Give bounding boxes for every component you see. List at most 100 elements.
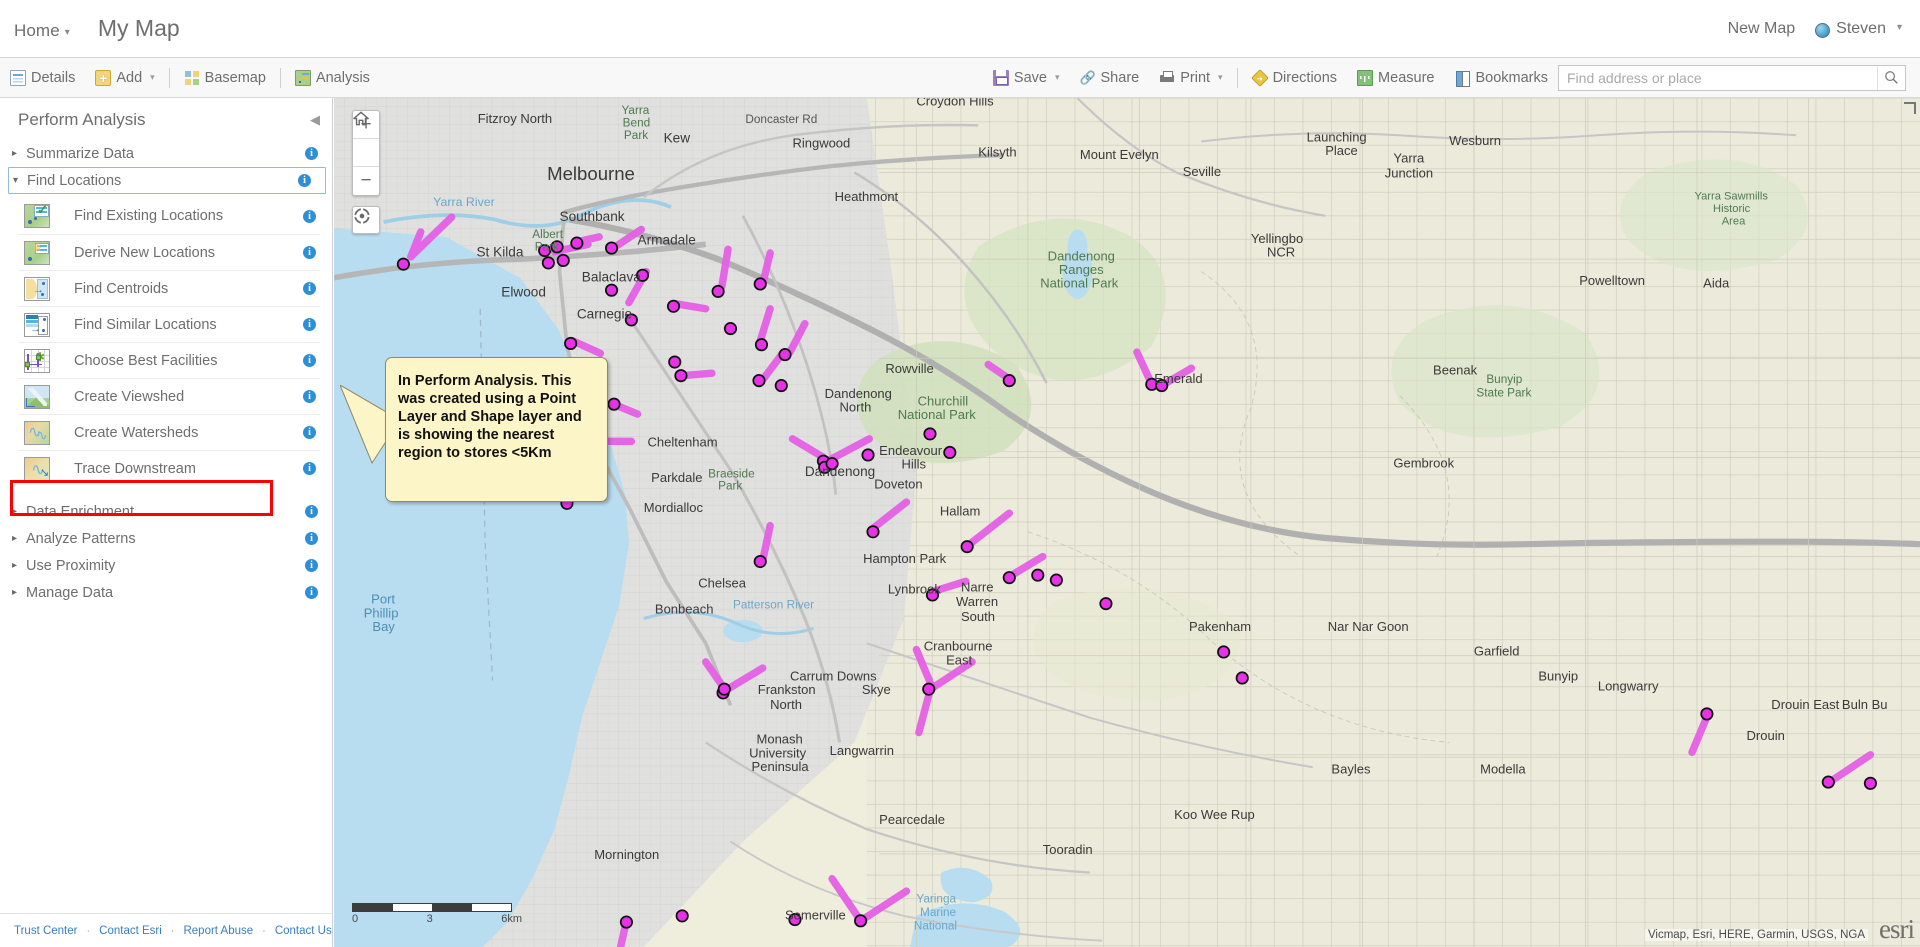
tool-find-similar-locations[interactable]: → Find Similar Locations i: [18, 306, 320, 342]
map-point-marker[interactable]: [1099, 597, 1113, 611]
map-point-marker[interactable]: [854, 914, 868, 928]
map-point-marker[interactable]: [396, 257, 410, 271]
map-point-marker[interactable]: [774, 379, 788, 393]
map-point-marker[interactable]: [1002, 374, 1016, 388]
info-icon[interactable]: i: [303, 462, 316, 475]
map-point-marker[interactable]: [752, 374, 766, 388]
tool-trace-downstream[interactable]: ∿ ↘ Trace Downstream i: [18, 450, 320, 486]
sidebar-group-data-enrichment[interactable]: ▸ Data Enrichment i: [0, 498, 332, 525]
map-point-marker[interactable]: [753, 554, 767, 569]
zoom-out-button[interactable]: −: [353, 167, 379, 195]
map-point-marker[interactable]: [943, 445, 957, 460]
tool-create-viewshed[interactable]: Create Viewshed i: [18, 378, 320, 414]
map-point-marker[interactable]: [619, 915, 633, 929]
map-point-marker[interactable]: [607, 397, 621, 411]
share-button[interactable]: Share: [1070, 58, 1150, 98]
map-point-marker[interactable]: [717, 682, 731, 696]
print-button[interactable]: Print ▾: [1149, 58, 1232, 98]
tool-find-existing-locations[interactable]: ✓ Find Existing Locations i: [18, 198, 320, 234]
home-button[interactable]: [353, 111, 379, 167]
locate-me-button[interactable]: [352, 206, 380, 234]
analysis-sidebar: Perform Analysis ◀ ▸ Summarize Data i ▾ …: [0, 98, 333, 947]
sidebar-group-find-locations[interactable]: ▾ Find Locations i: [8, 167, 326, 194]
search-button[interactable]: [1877, 65, 1905, 90]
map-point-marker[interactable]: [778, 348, 792, 362]
info-icon[interactable]: i: [305, 505, 318, 518]
map-point-marker[interactable]: [541, 256, 555, 270]
map-point-marker[interactable]: [1235, 671, 1249, 685]
map-point-marker[interactable]: [604, 283, 619, 297]
map-point-marker[interactable]: [604, 241, 619, 255]
link-contact-us[interactable]: Contact Us: [275, 925, 332, 937]
add-button[interactable]: Add ▾: [85, 58, 164, 98]
tool-find-centroids[interactable]: → Find Centroids i: [18, 270, 320, 306]
tool-choose-best-facilities[interactable]: ✱ Choose Best Facilities i: [18, 342, 320, 378]
map-label: National: [914, 920, 957, 933]
info-icon[interactable]: i: [303, 354, 316, 367]
info-icon[interactable]: i: [303, 390, 316, 403]
map-zoom-controls[interactable]: + −: [352, 110, 380, 196]
info-icon[interactable]: i: [305, 147, 318, 160]
map-point-marker[interactable]: [1049, 573, 1063, 587]
map-point-marker[interactable]: [1700, 707, 1714, 721]
sidebar-group-analyze-patterns[interactable]: ▸ Analyze Patterns i: [0, 525, 332, 552]
map-point-marker[interactable]: [922, 682, 936, 696]
search-input[interactable]: [1558, 64, 1906, 91]
map-point-marker[interactable]: [711, 284, 725, 298]
basemap-button[interactable]: Basemap: [174, 58, 276, 98]
info-icon[interactable]: i: [298, 174, 311, 187]
map-point-marker[interactable]: [723, 322, 738, 336]
details-button[interactable]: Details: [0, 58, 85, 98]
map-point-marker[interactable]: [866, 525, 880, 539]
map-point-marker[interactable]: [754, 338, 769, 352]
map-point-marker[interactable]: [1863, 776, 1878, 790]
map-canvas[interactable]: Melbourne Southbank Albert Park St Kilda Bala…: [334, 98, 1920, 947]
info-icon[interactable]: i: [305, 559, 318, 572]
map-point-marker[interactable]: [564, 336, 578, 351]
home-menu[interactable]: Home ▾: [14, 21, 70, 41]
bookmarks-button[interactable]: Bookmarks: [1444, 58, 1558, 98]
info-icon[interactable]: i: [303, 209, 316, 223]
map-point-marker[interactable]: [666, 299, 681, 313]
map-point-marker[interactable]: [570, 236, 584, 250]
new-map-button[interactable]: New Map: [1728, 20, 1796, 38]
info-icon[interactable]: i: [303, 246, 316, 259]
map-point-marker[interactable]: [674, 369, 688, 383]
expand-map-icon[interactable]: [1904, 102, 1916, 114]
info-icon[interactable]: i: [305, 586, 318, 599]
info-icon[interactable]: i: [303, 426, 316, 439]
find-centroids-icon: →: [24, 276, 50, 301]
directions-button[interactable]: Directions: [1242, 58, 1347, 98]
info-icon[interactable]: i: [303, 318, 316, 331]
sidebar-group-use-proximity[interactable]: ▸ Use Proximity i: [0, 552, 332, 579]
map-label: Drouin: [1747, 728, 1785, 743]
details-icon: [10, 69, 26, 86]
map-point-marker[interactable]: [668, 355, 682, 369]
map-point-marker[interactable]: [753, 277, 767, 291]
link-trust-center[interactable]: Trust Center: [14, 925, 77, 937]
save-button[interactable]: Save ▾: [983, 58, 1070, 98]
link-contact-esri[interactable]: Contact Esri: [99, 925, 162, 937]
collapse-panel-button[interactable]: ◀: [310, 112, 320, 128]
measure-button[interactable]: Measure: [1347, 58, 1444, 98]
map-label: Modella: [1480, 761, 1526, 776]
map-point-marker[interactable]: [861, 448, 875, 462]
sidebar-group-summarize-data[interactable]: ▸ Summarize Data i: [0, 140, 332, 167]
sidebar-group-manage-data[interactable]: ▸ Manage Data i: [0, 579, 332, 606]
map-point-marker[interactable]: [556, 253, 570, 268]
map-point-marker[interactable]: [675, 909, 689, 923]
link-report-abuse[interactable]: Report Abuse: [183, 925, 253, 937]
map-point-marker[interactable]: [1821, 775, 1835, 789]
user-menu[interactable]: Steven ▾: [1815, 20, 1902, 38]
info-icon[interactable]: i: [303, 282, 316, 295]
map-point-marker[interactable]: [923, 427, 937, 441]
map-label: Braeside: [708, 467, 755, 480]
map-point-marker[interactable]: [1217, 645, 1231, 659]
analysis-button[interactable]: Analysis: [285, 58, 380, 98]
map-point-marker[interactable]: [1031, 568, 1045, 582]
tool-derive-new-locations[interactable]: ✵ Derive New Locations i: [18, 234, 320, 270]
tool-create-watersheds[interactable]: ∿ ∿ Create Watersheds i: [18, 414, 320, 450]
map-point-marker[interactable]: [960, 540, 974, 554]
map-point-marker[interactable]: [1002, 571, 1016, 585]
info-icon[interactable]: i: [305, 532, 318, 545]
